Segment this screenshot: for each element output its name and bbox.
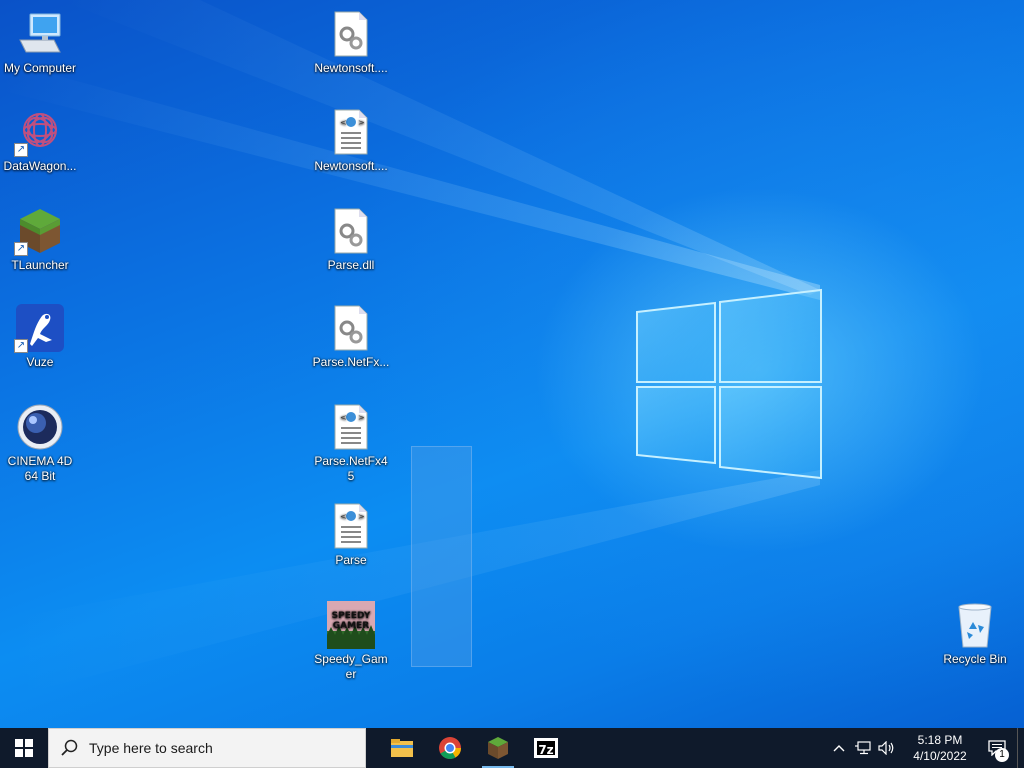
desktop-icon-label: DataWagon...: [3, 159, 77, 173]
windows-logo-glow: [636, 288, 822, 480]
xml-file-icon: < >: [327, 108, 375, 156]
7zip-icon: 7z: [534, 738, 558, 758]
show-hidden-icons-chevron-icon[interactable]: [827, 728, 851, 768]
desktop-icon-speedy-gamer[interactable]: SPEEDY GAMER Speedy_Gamer: [311, 601, 391, 682]
dll-file-icon: [327, 10, 375, 58]
clock-date: 4/10/2022: [913, 749, 967, 763]
taskbar-search-box[interactable]: Type here to search: [48, 728, 366, 768]
shortcut-arrow-icon: ↗: [14, 339, 28, 353]
desktop-icon-label: Newtonsoft....: [314, 61, 388, 75]
shortcut-arrow-icon: ↗: [14, 242, 28, 256]
desktop-icon-vuze[interactable]: ↗ Vuze: [0, 304, 80, 370]
speedy-gamer-image-icon: SPEEDY GAMER: [327, 601, 375, 649]
desktop-icon-label: CINEMA 4D 64 Bit: [7, 454, 73, 483]
svg-text:<: <: [340, 512, 347, 521]
windows-logo-icon: [15, 739, 33, 757]
notification-count-badge: 1: [995, 748, 1009, 762]
desktop-icon-parse-xml[interactable]: < > Parse: [311, 502, 391, 568]
desktop-icon-newtonsoft-xml[interactable]: < > Newtonsoft....: [311, 108, 391, 174]
shortcut-arrow-icon: ↗: [14, 143, 28, 157]
desktop-icon-tlauncher[interactable]: ↗ TLauncher: [0, 207, 80, 273]
network-icon[interactable]: [851, 728, 875, 768]
taskbar-tlauncher[interactable]: [474, 728, 522, 768]
svg-text:>: >: [358, 413, 365, 422]
xml-file-icon: < >: [327, 502, 375, 550]
desktop-icon-label: Vuze: [26, 355, 54, 369]
dll-file-icon: [327, 304, 375, 352]
datawagon-icon: ↗: [14, 108, 64, 157]
desktop-icon-my-computer[interactable]: My Computer: [0, 10, 80, 76]
chrome-icon: [439, 737, 461, 759]
minecraft-grass-icon: [488, 737, 508, 759]
desktop[interactable]: My Computer ↗ DataWagon... ↗ TLauncher ↗…: [0, 0, 1024, 728]
folder-icon: [391, 739, 413, 757]
desktop-icon-label: Newtonsoft....: [314, 159, 388, 173]
wallpaper-light-beams: [0, 0, 822, 700]
svg-text:<: <: [340, 118, 347, 127]
desktop-icon-cinema4d[interactable]: CINEMA 4D 64 Bit: [0, 403, 80, 484]
desktop-icon-label: TLauncher: [11, 258, 69, 272]
show-desktop-button[interactable]: [1017, 728, 1024, 768]
search-icon: [61, 739, 78, 756]
desktop-icon-newtonsoft-dll[interactable]: Newtonsoft....: [311, 10, 391, 76]
desktop-icon-parse-netfx-dll[interactable]: Parse.NetFx...: [311, 304, 391, 370]
xml-file-icon: < >: [327, 403, 375, 451]
svg-text:GAMER: GAMER: [333, 621, 369, 631]
desktop-icon-datawagon[interactable]: ↗ DataWagon...: [0, 108, 80, 174]
desktop-icon-label: Parse.NetFx45: [314, 454, 388, 483]
selection-rectangle: [411, 446, 472, 667]
minecraft-grass-icon: ↗: [14, 207, 64, 256]
clock-time: 5:18 PM: [917, 733, 963, 747]
desktop-icon-parse-dll[interactable]: Parse.dll: [311, 207, 391, 273]
computer-icon: [16, 10, 64, 58]
desktop-icon-label: My Computer: [3, 61, 77, 75]
desktop-icon-label: Speedy_Gamer: [314, 652, 388, 681]
svg-text:SPEEDY: SPEEDY: [332, 611, 371, 621]
system-tray: 5:18 PM 4/10/2022 1: [827, 728, 1024, 768]
taskbar-clock[interactable]: 5:18 PM 4/10/2022: [903, 732, 977, 764]
taskbar-chrome[interactable]: [426, 728, 474, 768]
desktop-icon-recycle-bin[interactable]: Recycle Bin: [935, 601, 1015, 667]
start-button[interactable]: [0, 728, 48, 768]
cinema4d-icon: [16, 403, 64, 451]
svg-text:>: >: [358, 118, 365, 127]
volume-icon[interactable]: [875, 728, 899, 768]
vuze-frog-icon: ↗: [14, 304, 64, 353]
action-center-button[interactable]: 1: [977, 728, 1017, 768]
dll-file-icon: [327, 207, 375, 255]
desktop-icon-label: Parse.NetFx...: [312, 355, 390, 369]
search-placeholder: Type here to search: [89, 740, 213, 756]
taskbar-7zip[interactable]: 7z: [522, 728, 570, 768]
taskbar: Type here to search 7z 5:18 PM 4/10/2022…: [0, 728, 1024, 768]
taskbar-file-explorer[interactable]: [378, 728, 426, 768]
desktop-icon-label: Parse: [335, 553, 367, 567]
desktop-icon-label: Recycle Bin: [943, 652, 1007, 666]
desktop-icon-label: Parse.dll: [327, 258, 375, 272]
desktop-icon-parse-netfx45[interactable]: < > Parse.NetFx45: [311, 403, 391, 484]
recycle-bin-icon: [951, 601, 999, 649]
svg-text:>: >: [358, 512, 365, 521]
svg-text:<: <: [340, 413, 347, 422]
